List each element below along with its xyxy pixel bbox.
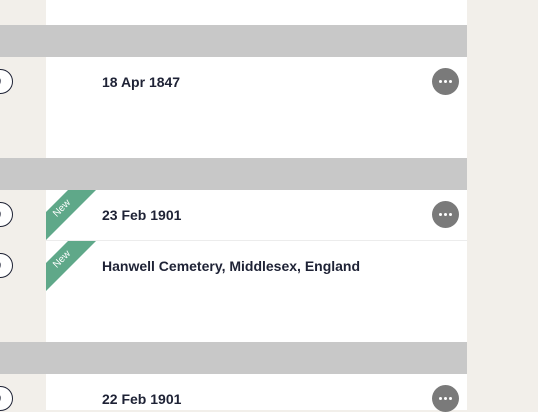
more-options-button[interactable] (432, 201, 459, 228)
event-date: 18 Apr 1847 (102, 74, 181, 90)
more-options-button[interactable] (432, 68, 459, 95)
new-badge: New (46, 190, 96, 240)
section-separator-band (0, 25, 467, 57)
record-section-top (46, 0, 467, 25)
hint-circle-icon (0, 211, 1, 218)
more-horizontal-icon (439, 80, 452, 83)
record-section (46, 57, 467, 158)
more-horizontal-icon (439, 397, 452, 400)
hint-circle-icon (0, 395, 1, 402)
event-date: 22 Feb 1901 (102, 391, 182, 407)
more-options-button[interactable] (432, 385, 459, 412)
hint-circle-icon (0, 78, 1, 85)
more-horizontal-icon (439, 213, 452, 216)
new-badge: New (46, 241, 96, 291)
section-separator-band (0, 158, 467, 190)
event-place: Hanwell Cemetery, Middlesex, England (102, 258, 361, 274)
section-separator-band (0, 342, 467, 374)
hint-circle-icon (0, 262, 1, 269)
row-divider (46, 240, 467, 241)
record-list-panel: 18 Apr 1847 New 23 Feb 1901 New Hanwell … (0, 0, 467, 412)
event-date: 23 Feb 1901 (102, 207, 182, 223)
